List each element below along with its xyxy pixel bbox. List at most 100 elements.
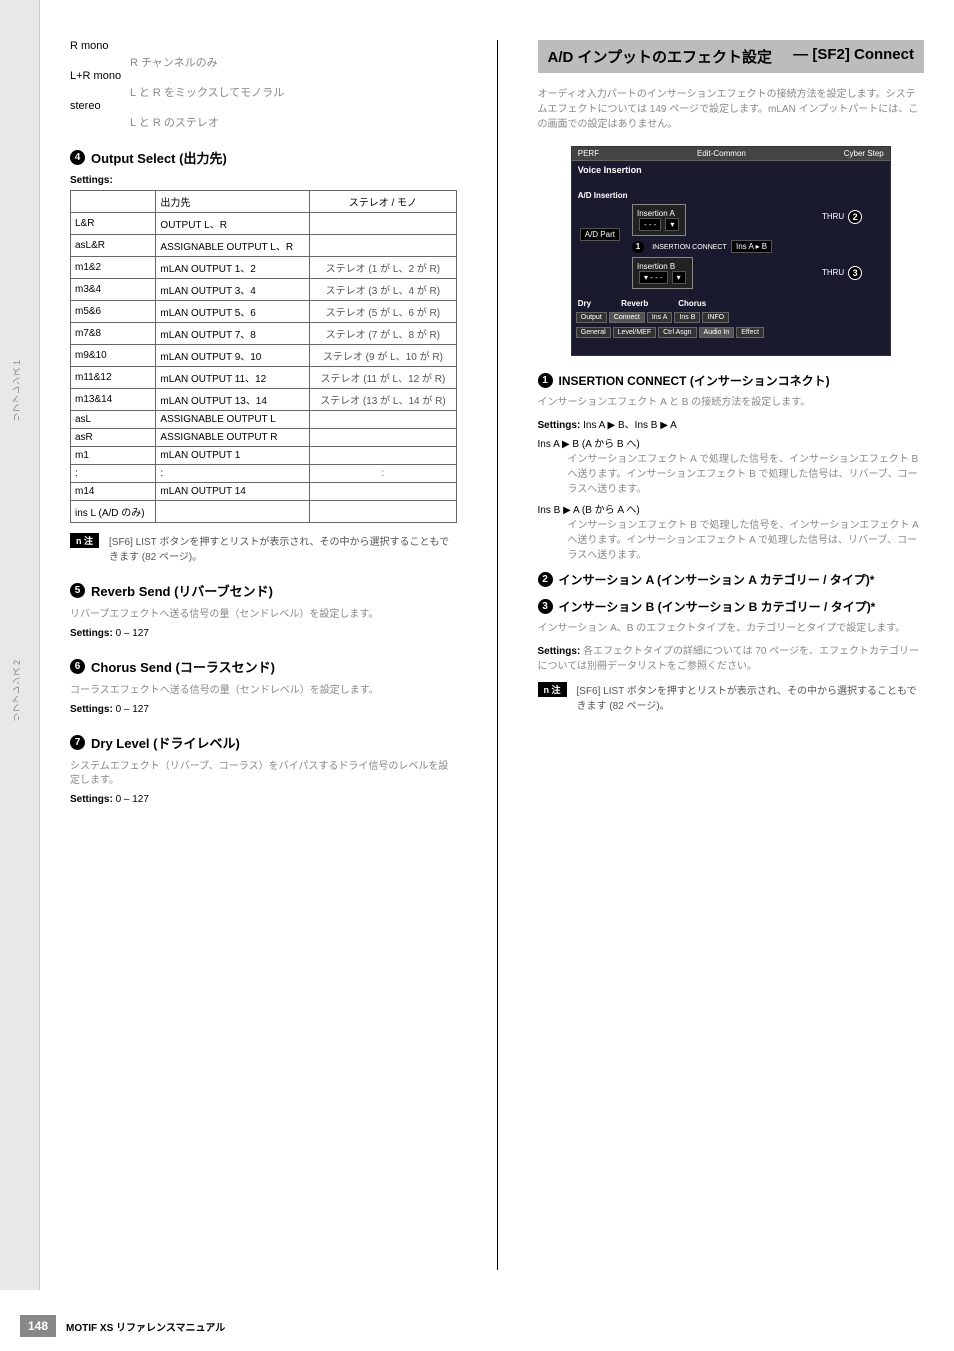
ins-a-b-desc: インサーションエフェクト A で処理した信号を、インサーションエフェクト B へ… — [568, 450, 925, 495]
mono-stereo-desc: L と R のステレオ — [130, 114, 457, 130]
num-1-right: 1 — [538, 373, 553, 388]
table-row: m3&4mLAN OUTPUT 3、4ステレオ (3 が L、4 が R) — [71, 279, 457, 301]
heading-bar-left: A/D インプットのエフェクト設定 — [548, 46, 773, 67]
ss-mode: PERF — [578, 149, 599, 158]
table-row: asLASSIGNABLE OUTPUT L — [71, 411, 457, 429]
table-row: ins L (A/D のみ) — [71, 501, 457, 523]
dry-level-heading: 7 Dry Level (ドライレベル) — [70, 733, 457, 752]
insertion-connect-desc: インサーションエフェクト A と B の接続方法を設定します。 — [538, 393, 925, 408]
output-select-settings-label: Settings: — [70, 175, 457, 186]
table-row: L&ROUTPUT L、R — [71, 213, 457, 235]
table-row: asL&RASSIGNABLE OUTPUT L、R — [71, 235, 457, 257]
ins-b-a-label: Ins B ▶ A (B から A へ) — [538, 501, 925, 516]
ss-tab: Level/MEF — [613, 327, 656, 338]
num-5: 5 — [70, 583, 85, 598]
note-text-right: [SF6] LIST ボタンを押すとリストが表示され、その中から選択することもで… — [577, 682, 925, 712]
insertion-connect-title: INSERTION CONNECT (インサーションコネクト) — [559, 372, 830, 389]
ins-a-b-label: Ins A ▶ B (A から B へ) — [538, 435, 925, 450]
sidebar-tab-2: リファレンス 2 — [10, 660, 23, 722]
output-select-heading: 4 Output Select (出力先) — [70, 148, 457, 167]
sidebar: リファレンス 1 リファレンス 2 — [0, 0, 40, 1290]
ss-tab: Audio In — [699, 327, 735, 338]
ss-voice-insertion: Voice Insertion — [572, 161, 890, 179]
dry-level-desc: システムエフェクト（リバーブ、コーラス）をバイパスするドライ信号のレベルを設定し… — [70, 760, 457, 788]
output-select-table: 出力先 ステレオ / モノ L&ROUTPUT L、RasL&RASSIGNAB… — [70, 190, 457, 523]
reverb-send-heading: 5 Reverb Send (リバーブセンド) — [70, 581, 457, 600]
chorus-send-desc: コーラスエフェクトへ送る信号の量（センドレベル）を設定します。 — [70, 684, 457, 698]
ss-ad-insertion-label: A/D Insertion — [578, 191, 884, 200]
insertion-b-desc: インサーション A、B のエフェクトタイプを、カテゴリーとタイプで設定します。 — [538, 619, 925, 634]
insertion-note: n 注 [SF6] LIST ボタンを押すとリストが表示され、その中から選択する… — [538, 682, 925, 712]
left-column: R mono R チャンネルのみ L+R mono L と R をミックスしてモ… — [70, 40, 457, 1270]
ss-tab: Effect — [736, 327, 764, 338]
ss-tab: Ins B — [674, 312, 700, 323]
right-column: A/D インプットのエフェクト設定 — [SF2] Connect オーディオ入… — [538, 40, 925, 1270]
table-row: m9&10mLAN OUTPUT 9、10ステレオ (9 が L、10 が R) — [71, 345, 457, 367]
chorus-send-heading: 6 Chorus Send (コーラスセンド) — [70, 657, 457, 676]
ss-tab: Ctrl Asgn — [658, 327, 696, 338]
footer-text: MOTIF XS リファレンスマニュアル — [66, 1319, 225, 1334]
ad-effect-heading-bar: A/D インプットのエフェクト設定 — [SF2] Connect — [538, 40, 925, 73]
num-4: 4 — [70, 150, 85, 165]
page-footer: 148 MOTIF XS リファレンスマニュアル — [0, 1315, 954, 1337]
note-text: [SF6] LIST ボタンを押すとリストが表示され、その中から選択することもで… — [109, 533, 457, 563]
num-6: 6 — [70, 659, 85, 674]
output-select-note: n 注 [SF6] LIST ボタンを押すとリストが表示され、その中から選択する… — [70, 533, 457, 563]
insertion-connect-heading: 1 INSERTION CONNECT (インサーションコネクト) — [538, 372, 925, 389]
reverb-send-title: Reverb Send (リバーブセンド) — [91, 581, 273, 600]
dry-level-title: Dry Level (ドライレベル) — [91, 733, 240, 752]
ss-ad-part: A/D Part — [580, 228, 620, 241]
ss-insertion-b-box: Insertion B ▾ - - -▾ — [632, 257, 693, 289]
table-row: m1&2mLAN OUTPUT 1、2ステレオ (1 が L、2 が R) — [71, 257, 457, 279]
mono-lr-desc: L と R をミックスしてモノラル — [130, 84, 457, 100]
sidebar-tab-1: リファレンス 1 — [10, 360, 23, 422]
ss-tab: INFO — [702, 312, 729, 323]
reverb-send-settings: Settings: 0 – 127 — [70, 628, 457, 639]
callout-2: 2 — [848, 210, 862, 224]
table-row: m1mLAN OUTPUT 1 — [71, 447, 457, 465]
ss-tab: General — [576, 327, 611, 338]
table-row: m5&6mLAN OUTPUT 5、6ステレオ (5 が L、6 が R) — [71, 301, 457, 323]
table-row: m11&12mLAN OUTPUT 11、12ステレオ (11 が L、12 が… — [71, 367, 457, 389]
callout-3: 3 — [848, 266, 862, 280]
mono-stereo-label: stereo — [70, 100, 101, 112]
heading-bar-right: — [SF2] Connect — [793, 46, 914, 67]
mono-lr-label: L+R mono — [70, 70, 121, 82]
output-select-title: Output Select (出力先) — [91, 148, 227, 167]
ss-perf-name: Cyber Step — [844, 149, 884, 158]
ins-b-a-desc: インサーションエフェクト B で処理した信号を、インサーションエフェクト A へ… — [568, 516, 925, 561]
ss-insertion-a-box: Insertion A - - -▾ — [632, 204, 686, 236]
ss-edit: Edit-Common — [697, 149, 746, 158]
reverb-send-desc: リバーブエフェクトへ送る信号の量（センドレベル）を設定します。 — [70, 608, 457, 622]
ss-tab: Ins A — [647, 312, 673, 323]
mono-r-label: R mono — [70, 40, 109, 52]
note-badge: n 注 — [70, 533, 99, 548]
mono-block-r: R mono R チャンネルのみ — [70, 40, 457, 70]
table-header-1: 出力先 — [156, 191, 310, 213]
num-3-right: 3 — [538, 599, 553, 614]
table-row: m7&8mLAN OUTPUT 7、8ステレオ (7 が L、8 が R) — [71, 323, 457, 345]
chorus-send-settings: Settings: 0 – 127 — [70, 704, 457, 715]
ss-tab: Connect — [609, 312, 645, 323]
ad-effect-intro: オーディオ入力パートのインサーションエフェクトの接続方法を設定します。システムエ… — [538, 87, 925, 132]
insertion-b-heading: 3 インサーション B (インサーション B カテゴリー / タイプ)* — [538, 598, 925, 615]
chorus-send-title: Chorus Send (コーラスセンド) — [91, 657, 275, 676]
note-badge-right: n 注 — [538, 682, 567, 697]
column-divider — [497, 40, 498, 1270]
effect-routing-screenshot: PERF Edit-Common Cyber Step Voice Insert… — [571, 146, 891, 356]
table-row: ::: — [71, 465, 457, 483]
num-2-right: 2 — [538, 572, 553, 587]
num-7: 7 — [70, 735, 85, 750]
ss-tab: Output — [576, 312, 607, 323]
insertion-a-heading: 2 インサーション A (インサーション A カテゴリー / タイプ)* — [538, 571, 925, 588]
table-row: m14mLAN OUTPUT 14 — [71, 483, 457, 501]
table-header-0 — [71, 191, 156, 213]
table-header-2: ステレオ / モノ — [310, 191, 456, 213]
table-row: m13&14mLAN OUTPUT 13、14ステレオ (13 が L、14 が… — [71, 389, 457, 411]
dry-level-settings: Settings: 0 – 127 — [70, 794, 457, 805]
mono-block-lr: L+R mono L と R をミックスしてモノラル — [70, 70, 457, 100]
mono-block-stereo: stereo L と R のステレオ — [70, 100, 457, 130]
page-number: 148 — [20, 1315, 56, 1337]
mono-r-desc: R チャンネルのみ — [130, 54, 457, 70]
table-row: asRASSIGNABLE OUTPUT R — [71, 429, 457, 447]
